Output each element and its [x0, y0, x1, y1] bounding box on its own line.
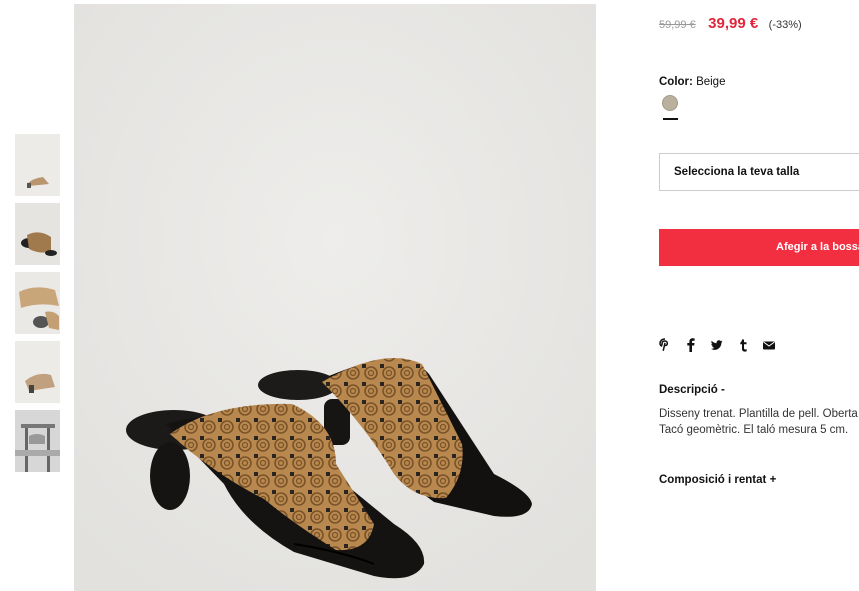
discount-percent: (-33%) [768, 19, 802, 31]
description-toggle[interactable]: Descripció - [659, 384, 725, 396]
size-select[interactable]: Selecciona la teva talla [659, 153, 859, 191]
tumblr-icon[interactable] [737, 338, 749, 352]
composition-toggle-icon: + [769, 474, 777, 486]
add-to-bag-button[interactable]: Afegir a la bossa [659, 229, 859, 266]
pinterest-icon[interactable] [659, 338, 671, 352]
description-line-1: Disseny trenat. Plantilla de pell. Obert… [659, 408, 858, 420]
mail-icon[interactable] [763, 338, 775, 352]
price-row: 59,99 € 39,99 € (-33%) [659, 15, 802, 33]
facebook-icon[interactable] [685, 338, 697, 352]
description-title: Descripció [659, 384, 718, 396]
description-line-2: Tacó geomètric. El taló mesura 5 cm. [659, 424, 849, 436]
composition-title: Composició i rentat [659, 474, 767, 486]
color-label: Color: [659, 76, 693, 88]
selected-swatch-indicator [663, 118, 678, 120]
color-value: Beige [696, 76, 726, 88]
thumbnail-1[interactable] [15, 134, 60, 196]
product-info-panel: 59,99 € 39,99 € (-33%) Color: Beige Sele… [659, 0, 859, 591]
sale-price: 39,99 € [708, 15, 759, 32]
thumbnail-4[interactable] [15, 341, 60, 403]
color-swatch-beige[interactable] [662, 95, 678, 111]
description-text: Disseny trenat. Plantilla de pell. Obert… [659, 406, 858, 438]
old-price: 59,99 € [659, 19, 696, 31]
color-label-row: Color: Beige [659, 76, 725, 88]
share-icons [659, 338, 789, 352]
thumbnail-2[interactable] [15, 203, 60, 265]
thumbnail-3[interactable] [15, 272, 60, 334]
product-main-image[interactable] [74, 4, 596, 591]
composition-toggle[interactable]: Composició i rentat + [659, 474, 776, 486]
thumbnail-5[interactable] [15, 410, 60, 472]
description-toggle-icon: - [721, 384, 725, 396]
thumbnail-list [15, 134, 60, 479]
twitter-icon[interactable] [711, 338, 723, 352]
